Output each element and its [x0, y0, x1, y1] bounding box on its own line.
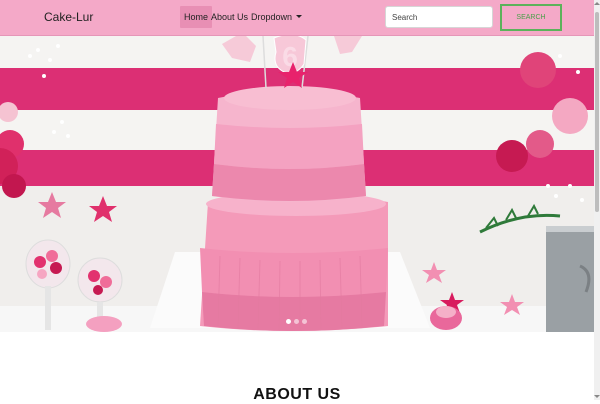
nav-dropdown-label: Dropdown	[251, 12, 293, 22]
search-button[interactable]: SEARCH	[500, 4, 562, 31]
cake-topper-number: 6	[282, 41, 298, 72]
brand-logo-text[interactable]: Cake-Lur	[44, 10, 93, 24]
carousel-indicators	[286, 311, 310, 329]
search-input[interactable]	[385, 6, 493, 28]
carousel-indicator-1[interactable]	[286, 319, 291, 324]
scrollbar-thumb[interactable]	[595, 12, 599, 212]
carousel-indicator-2[interactable]	[294, 319, 299, 324]
page-scrollbar[interactable]	[594, 0, 600, 400]
scroll-down-arrow-icon[interactable]	[594, 395, 600, 398]
about-us-heading: ABOUT US	[253, 386, 341, 403]
hero-carousel[interactable]: 6	[0, 36, 594, 332]
nav-dropdown[interactable]: Dropdown	[247, 6, 306, 28]
navbar: Cake-Lur Home About Us Dropdown SEARCH	[0, 0, 594, 36]
scroll-up-arrow-icon[interactable]	[594, 2, 600, 5]
hero-cake-image: 6	[0, 36, 594, 332]
carousel-indicator-3[interactable]	[302, 319, 307, 324]
nav-about-us[interactable]: About Us	[207, 6, 252, 28]
caret-down-icon	[296, 15, 303, 18]
